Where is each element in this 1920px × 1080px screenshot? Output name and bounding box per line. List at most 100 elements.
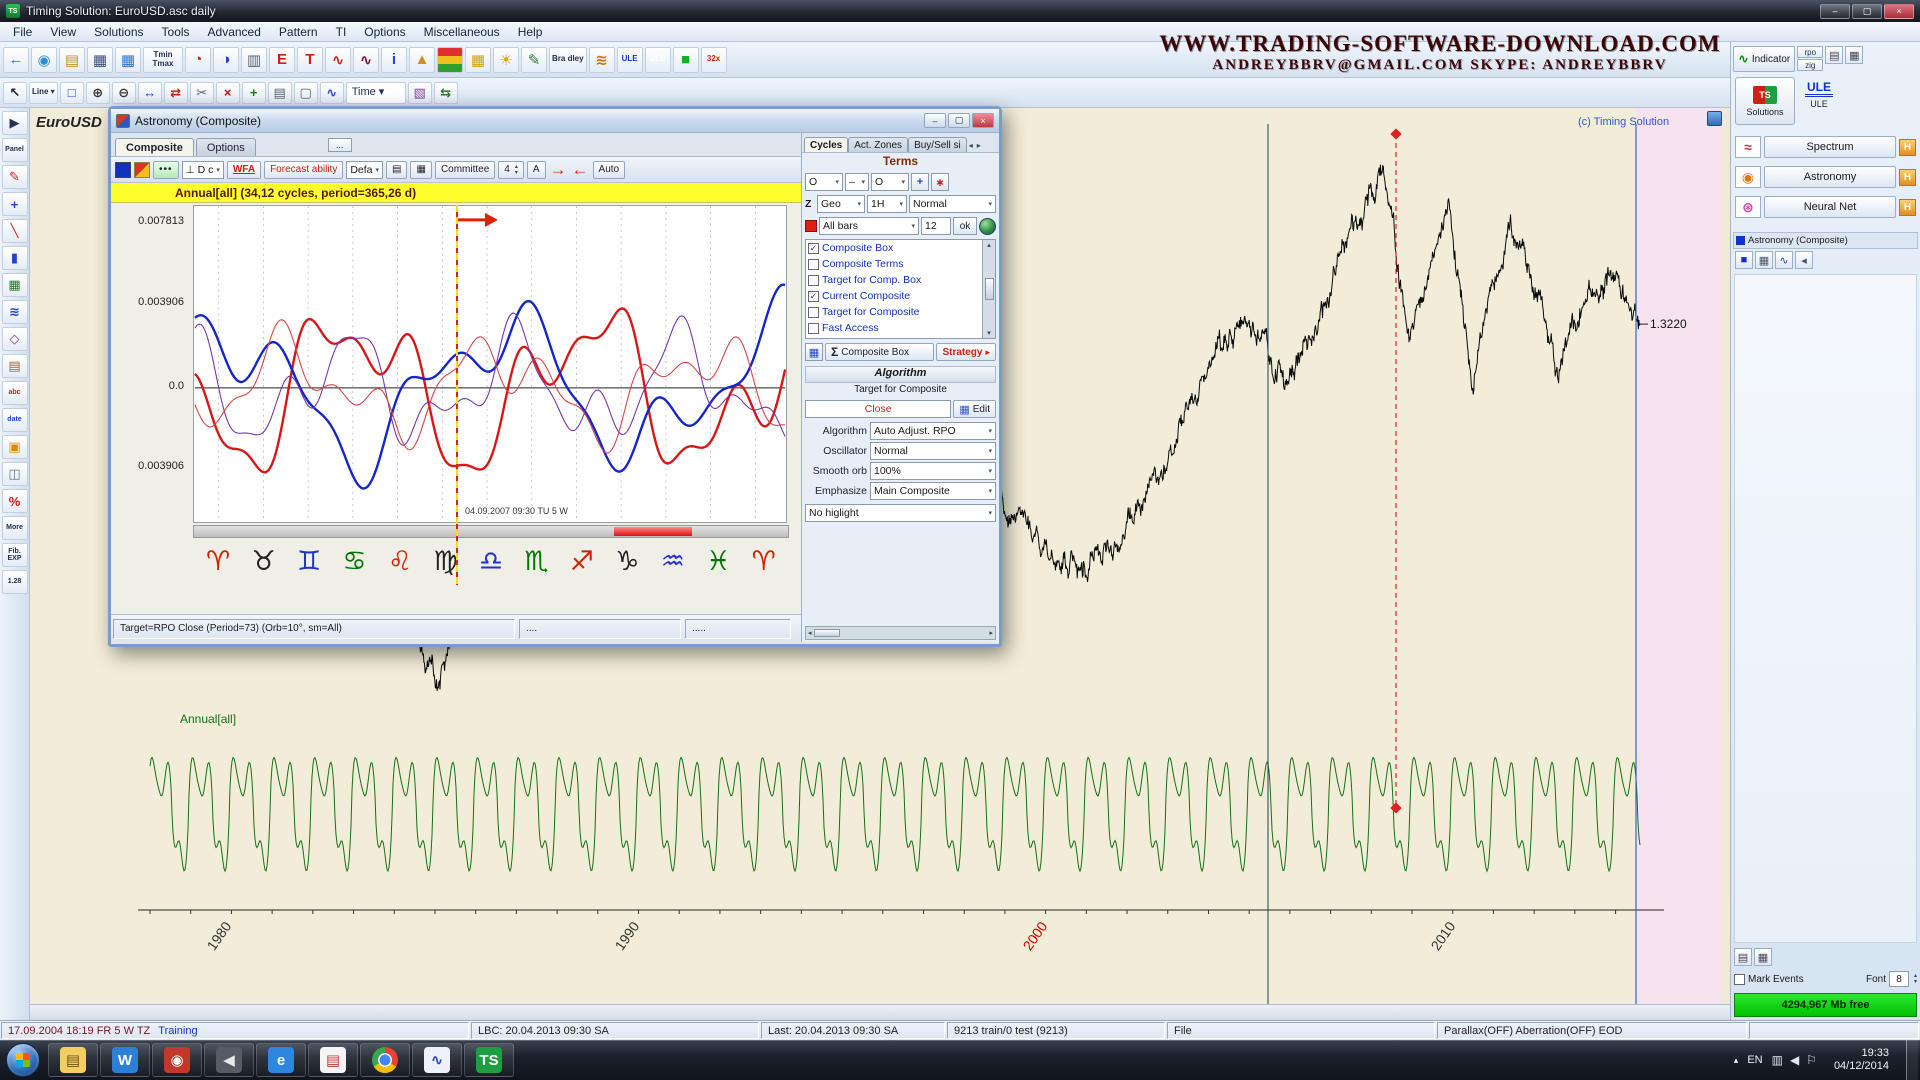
- astro-close-button[interactable]: ×: [972, 113, 994, 128]
- back-arrow-icon[interactable]: ←: [571, 160, 590, 180]
- grid-view-button[interactable]: ▦: [1755, 251, 1773, 269]
- zigzag-dark-icon[interactable]: ∿: [353, 47, 379, 73]
- chart-view-button[interactable]: ∿: [1775, 251, 1793, 269]
- menu-ti[interactable]: TI: [327, 22, 356, 41]
- zoom-out-icon[interactable]: ⊖: [112, 82, 136, 104]
- checkbox[interactable]: ✓: [808, 243, 819, 254]
- palette-icon[interactable]: ▧: [408, 82, 432, 104]
- chart-hscrollbar[interactable]: [30, 1004, 1730, 1020]
- chrome-app[interactable]: [360, 1043, 410, 1077]
- list-icon-button[interactable]: ▦: [805, 343, 823, 361]
- neural-net-button[interactable]: Neural Net: [1764, 196, 1896, 218]
- scroll-right-icon[interactable]: ▸: [989, 629, 993, 637]
- a-button[interactable]: A: [527, 161, 546, 179]
- zoom-level-label[interactable]: 32x: [701, 47, 727, 73]
- panel-icon-1[interactable]: ▤: [1825, 46, 1843, 64]
- composite-box-button[interactable]: ΣComposite Box: [825, 343, 934, 361]
- h-button[interactable]: H: [1899, 199, 1916, 216]
- tab-act-zones[interactable]: Act. Zones: [848, 137, 908, 152]
- add-icon[interactable]: +: [242, 82, 266, 104]
- zigzag-red-icon[interactable]: ∿: [325, 47, 351, 73]
- tray-network-icon[interactable]: ⚐: [1806, 1053, 1817, 1067]
- scroll-up-icon[interactable]: ▴: [987, 241, 991, 249]
- tab-composite[interactable]: Composite: [115, 138, 194, 156]
- highlight-combo[interactable]: No higlight▾: [805, 504, 996, 522]
- line-tool[interactable]: ╲: [2, 219, 28, 243]
- grid-yellow-icon[interactable]: ▦: [465, 47, 491, 73]
- save-report-button[interactable]: ▦: [410, 161, 431, 179]
- checklist-scrollbar[interactable]: ▴ ▾: [982, 240, 995, 338]
- clock-red-icon[interactable]: ◔: [185, 47, 211, 73]
- target-close-field[interactable]: Close: [805, 400, 951, 418]
- term-combo-1[interactable]: O▾: [805, 173, 843, 191]
- chart-pencil-icon[interactable]: ✎: [521, 47, 547, 73]
- tray-volume-icon[interactable]: ◀: [1790, 1053, 1799, 1067]
- field-combo[interactable]: Auto Adjust. RPO▾: [870, 422, 996, 440]
- ule-button[interactable]: ULE ULE: [1801, 77, 1837, 109]
- charts-app[interactable]: ∿: [412, 1043, 462, 1077]
- astro-window-titlebar[interactable]: Astronomy (Composite) – ▢ ×: [111, 109, 999, 133]
- timeframe-combo[interactable]: 1H▾: [867, 195, 907, 213]
- scroll-left-icon[interactable]: ◂: [808, 629, 812, 637]
- wave-tool[interactable]: ≋: [2, 300, 28, 324]
- collapse-button[interactable]: ◂: [1795, 251, 1813, 269]
- h-button[interactable]: H: [1899, 169, 1916, 186]
- timing-solution-app[interactable]: TS: [464, 1043, 514, 1077]
- spinner-arrows-icon[interactable]: ▴▾: [515, 164, 518, 176]
- cut-icon[interactable]: ✂: [190, 82, 214, 104]
- wfa-button[interactable]: WFA: [227, 161, 261, 179]
- menu-solutions[interactable]: Solutions: [85, 22, 152, 41]
- square-gray-tool[interactable]: ◫: [2, 462, 28, 486]
- rainbow-wave-icon[interactable]: ≋: [589, 47, 615, 73]
- astro-maximize-button[interactable]: ▢: [948, 113, 970, 128]
- show-desktop-button[interactable]: [1906, 1040, 1918, 1080]
- clock[interactable]: 19:33 04/12/2014: [1826, 1047, 1897, 1073]
- time-combo[interactable]: Time ▾: [346, 82, 406, 104]
- edit-tool[interactable]: ✎: [2, 165, 28, 189]
- panel-tool[interactable]: Panel: [2, 138, 28, 162]
- language-indicator[interactable]: EN: [1747, 1054, 1762, 1066]
- ok-button[interactable]: ok: [953, 217, 977, 235]
- percent-tool[interactable]: %: [2, 489, 28, 513]
- astro-minimize-button[interactable]: –: [924, 113, 946, 128]
- more-button[interactable]: ...: [328, 138, 352, 152]
- menu-options[interactable]: Options: [355, 22, 414, 41]
- calculator-icon[interactable]: ▥: [241, 47, 267, 73]
- pointer-tool[interactable]: ▶: [2, 111, 28, 135]
- checkbox[interactable]: [808, 323, 819, 334]
- field-combo[interactable]: Main Composite▾: [870, 482, 996, 500]
- maximize-button[interactable]: ▢: [1852, 4, 1882, 19]
- events-grid-icon[interactable]: ▦: [1754, 948, 1772, 966]
- astronomy-composite-window[interactable]: Astronomy (Composite) – ▢ × Composite Op…: [108, 106, 1002, 647]
- zoom-in-icon[interactable]: ⊕: [86, 82, 110, 104]
- add-term-button[interactable]: +: [911, 173, 929, 191]
- checklist-item[interactable]: Target for Comp. Box: [806, 272, 982, 288]
- save-icon[interactable]: ▦: [87, 47, 113, 73]
- checkbox[interactable]: [808, 275, 819, 286]
- checklist-item[interactable]: Target for Composite: [806, 304, 982, 320]
- events-list-icon[interactable]: ▤: [1734, 948, 1752, 966]
- zoom-window-icon[interactable]: □: [60, 82, 84, 104]
- h-button[interactable]: H: [1899, 139, 1916, 156]
- volume-mixer-app[interactable]: ◀: [204, 1043, 254, 1077]
- default-combo[interactable]: Defa▾: [346, 161, 383, 179]
- tab-options[interactable]: Options: [196, 138, 256, 156]
- font-size-input[interactable]: 8: [1889, 971, 1909, 987]
- astro-plot[interactable]: 0.0078130.0039060.00.003906 04.09.2007 0…: [111, 203, 801, 614]
- start-button[interactable]: [6, 1043, 40, 1077]
- menu-advanced[interactable]: Advanced: [199, 22, 270, 41]
- indicator-button[interactable]: ∿Indicator: [1733, 46, 1795, 72]
- gradient-swatch[interactable]: [134, 162, 150, 178]
- tmin-tmax-button[interactable]: Tmin Tmax: [143, 47, 183, 73]
- panel-icon-2[interactable]: ▦: [1845, 46, 1863, 64]
- checklist-item[interactable]: Composite Terms: [806, 256, 982, 272]
- menu-pattern[interactable]: Pattern: [270, 22, 327, 41]
- committee-button[interactable]: Committee: [435, 161, 495, 179]
- page-icon[interactable]: ▢: [294, 82, 318, 104]
- channel-tool[interactable]: ▮: [2, 246, 28, 270]
- wave-icon[interactable]: ∿: [320, 82, 344, 104]
- explorer-app[interactable]: ▤: [48, 1043, 98, 1077]
- rpo-button[interactable]: rpo: [1797, 46, 1823, 58]
- geo-combo[interactable]: Geo▾: [817, 195, 865, 213]
- media-app[interactable]: ◉: [152, 1043, 202, 1077]
